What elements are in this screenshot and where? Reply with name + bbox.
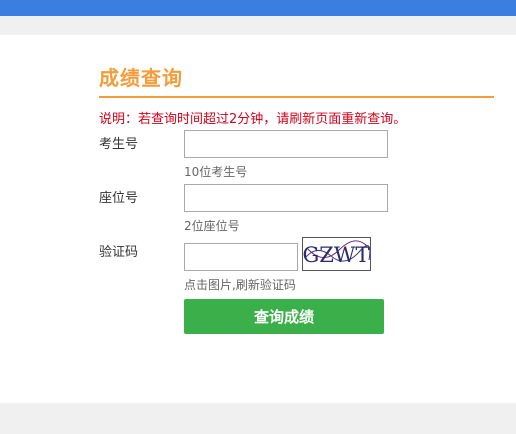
seat-number-hint: 2位座位号 [184, 219, 240, 233]
header-bar [0, 0, 516, 16]
query-score-button[interactable]: 查询成绩 [184, 299, 384, 334]
title-divider [99, 96, 494, 98]
seat-number-input[interactable] [184, 184, 388, 212]
seat-number-label: 座位号 [99, 191, 139, 206]
captcha-graphic: GZWT [303, 240, 371, 267]
captcha-text: GZWT [303, 243, 369, 267]
captcha-label: 验证码 [99, 245, 139, 260]
score-query-panel [0, 35, 516, 403]
page-title: 成绩查询 [99, 66, 183, 90]
captcha-hint: 点击图片,刷新验证码 [184, 278, 296, 292]
captcha-input[interactable] [184, 243, 298, 271]
exam-number-hint: 10位考生号 [184, 165, 248, 179]
captcha-image[interactable]: GZWT [302, 237, 371, 271]
exam-number-input[interactable] [184, 130, 388, 158]
notice-text: 说明：若查询时间超过2分钟，请刷新页面重新查询。 [99, 112, 407, 127]
exam-number-label: 考生号 [99, 137, 139, 152]
